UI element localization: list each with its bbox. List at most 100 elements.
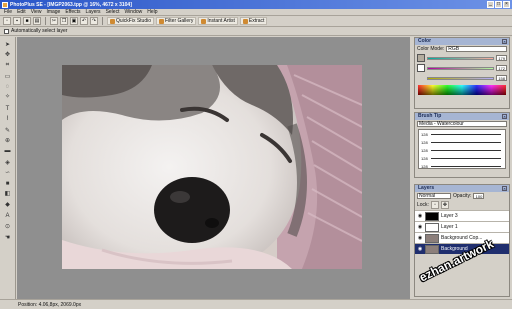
red-slider[interactable] <box>427 56 494 60</box>
menu-help[interactable]: Help <box>147 9 157 15</box>
blend-row: Normal Opacity: 100 <box>415 192 509 200</box>
brush-category-select[interactable]: Media - Watercolour <box>417 121 507 127</box>
blend-mode-select[interactable]: Normal <box>417 193 451 199</box>
gradient-icon[interactable]: ◧ <box>2 190 13 198</box>
rect-select-icon[interactable]: ▭ <box>2 73 13 81</box>
panel-close-icon[interactable]: × <box>502 114 507 119</box>
visibility-eye-icon[interactable]: ◉ <box>417 213 423 219</box>
brush-tip-panel: Brush Tip × Media - Watercolour 128 128 1… <box>414 112 510 178</box>
hand-icon[interactable]: ☚ <box>2 234 13 242</box>
zoom-icon[interactable]: ⊙ <box>2 223 13 231</box>
extract-button[interactable]: Extract <box>239 17 268 25</box>
layer-thumbnail <box>425 222 439 232</box>
cut-icon[interactable]: ✂ <box>50 17 58 25</box>
maximize-button[interactable]: □ <box>495 1 502 8</box>
color-spectrum[interactable] <box>418 85 506 95</box>
color-mode-select[interactable]: RGB <box>446 46 507 52</box>
undo-icon[interactable]: ↶ <box>80 17 88 25</box>
menu-effects[interactable]: Effects <box>65 9 80 15</box>
brush-item[interactable]: 128 <box>419 138 505 146</box>
filter-gallery-button[interactable]: Filter Gallery <box>156 17 197 25</box>
brush-item[interactable]: 128 <box>419 162 505 168</box>
menu-window[interactable]: Window <box>124 9 142 15</box>
fill-icon[interactable]: ◈ <box>2 159 13 167</box>
layer-row[interactable]: ◉ Layer 1 <box>415 221 509 232</box>
red-row: 179 <box>415 53 509 63</box>
toolbar-divider <box>45 17 46 25</box>
auto-select-label: Automatically select layer <box>11 28 68 34</box>
magic-wand-icon[interactable]: ✧ <box>2 93 13 101</box>
layer-thumbnail <box>425 211 439 221</box>
quickfix-studio-button[interactable]: QuickFix Studio <box>107 17 155 25</box>
panel-close-icon[interactable]: × <box>502 39 507 44</box>
menu-view[interactable]: View <box>31 9 42 15</box>
smudge-icon[interactable]: ∽ <box>2 169 13 177</box>
color-mode-label: Color Mode: <box>417 46 445 52</box>
redo-icon[interactable]: ↷ <box>90 17 98 25</box>
lock-row: Lock: ▫ ✥ <box>415 200 509 210</box>
brush-size: 128 <box>421 131 428 137</box>
green-row: 172 <box>415 63 509 73</box>
visibility-eye-icon[interactable]: ◉ <box>417 224 423 230</box>
crop-tool-icon[interactable]: ⌗ <box>2 61 13 69</box>
canvas-area[interactable] <box>17 37 410 299</box>
close-button[interactable]: × <box>503 1 510 8</box>
new-file-icon[interactable]: ▫ <box>3 17 11 25</box>
dog-photo <box>62 65 362 269</box>
print-icon[interactable]: ▤ <box>33 17 41 25</box>
window-title: PhotoPlus SE - [IMGP2063.tpp @ 16%, 4672… <box>10 1 132 8</box>
opacity-value[interactable]: 100 <box>473 193 485 199</box>
red-value[interactable]: 179 <box>496 55 507 61</box>
lock-icon[interactable]: ▫ <box>430 201 439 209</box>
panel-close-icon[interactable]: × <box>502 186 507 191</box>
blue-slider[interactable] <box>427 76 494 80</box>
brush-item[interactable]: 128 <box>419 146 505 154</box>
blue-value[interactable]: 158 <box>496 75 507 81</box>
brush-icon[interactable]: ✎ <box>2 127 13 135</box>
copy-icon[interactable]: ❐ <box>60 17 68 25</box>
color-mode-row: Color Mode: RGB <box>415 45 509 53</box>
visibility-eye-icon[interactable]: ◉ <box>417 246 423 252</box>
lasso-icon[interactable]: ◌ <box>2 83 13 91</box>
eraser-icon[interactable]: ▬ <box>2 147 13 155</box>
green-slider[interactable] <box>427 66 494 70</box>
brush-item[interactable]: 128 <box>419 130 505 138</box>
status-bar: Position: 4.06,8px, 2069.0px <box>0 299 512 309</box>
eyedropper-icon[interactable]: ⌇ <box>2 115 13 123</box>
window-controls: _ □ × <box>487 1 510 8</box>
layer-row[interactable]: ◉ Layer 3 <box>415 210 509 221</box>
artist-icon <box>201 18 207 24</box>
swatch-spacer <box>417 74 425 82</box>
clone-icon[interactable]: ⊕ <box>2 137 13 145</box>
minimize-button[interactable]: _ <box>487 1 494 8</box>
save-icon[interactable]: ■ <box>23 17 31 25</box>
menu-bar: File Edit View Image Effects Layers Sele… <box>0 9 512 16</box>
instant-artist-button[interactable]: Instant Artist <box>198 17 238 25</box>
extract-icon <box>242 18 248 24</box>
visibility-eye-icon[interactable]: ◉ <box>417 235 423 241</box>
menu-layers[interactable]: Layers <box>86 9 101 15</box>
auto-select-checkbox[interactable] <box>4 28 9 34</box>
photo-canvas[interactable] <box>62 65 362 269</box>
app-window: PhotoPlus SE - [IMGP2063.tpp @ 16%, 4672… <box>0 0 512 309</box>
menu-select[interactable]: Select <box>106 9 120 15</box>
foreground-swatch[interactable] <box>417 54 425 62</box>
layer-thumbnail <box>425 244 439 254</box>
text-tool-icon[interactable]: T <box>2 105 13 113</box>
color-panel-label: Color <box>418 38 432 44</box>
menu-image[interactable]: Image <box>46 9 60 15</box>
background-swatch[interactable] <box>417 64 425 72</box>
menu-edit[interactable]: Edit <box>17 9 26 15</box>
type-tool-icon[interactable]: A <box>2 212 13 220</box>
menu-file[interactable]: File <box>4 9 12 15</box>
paste-icon[interactable]: ▣ <box>70 17 78 25</box>
pointer-tool-icon[interactable]: ➤ <box>2 41 13 49</box>
brush-item[interactable]: 128 <box>419 154 505 162</box>
move-tool-icon[interactable]: ✥ <box>2 51 13 59</box>
color-swatch-icon[interactable]: ■ <box>2 180 13 188</box>
lock-move-icon[interactable]: ✥ <box>440 201 449 209</box>
shape-tool-icon[interactable]: ◆ <box>2 201 13 209</box>
open-folder-icon[interactable]: ▪ <box>13 17 21 25</box>
lock-label: Lock: <box>417 202 429 208</box>
green-value[interactable]: 172 <box>496 65 507 71</box>
